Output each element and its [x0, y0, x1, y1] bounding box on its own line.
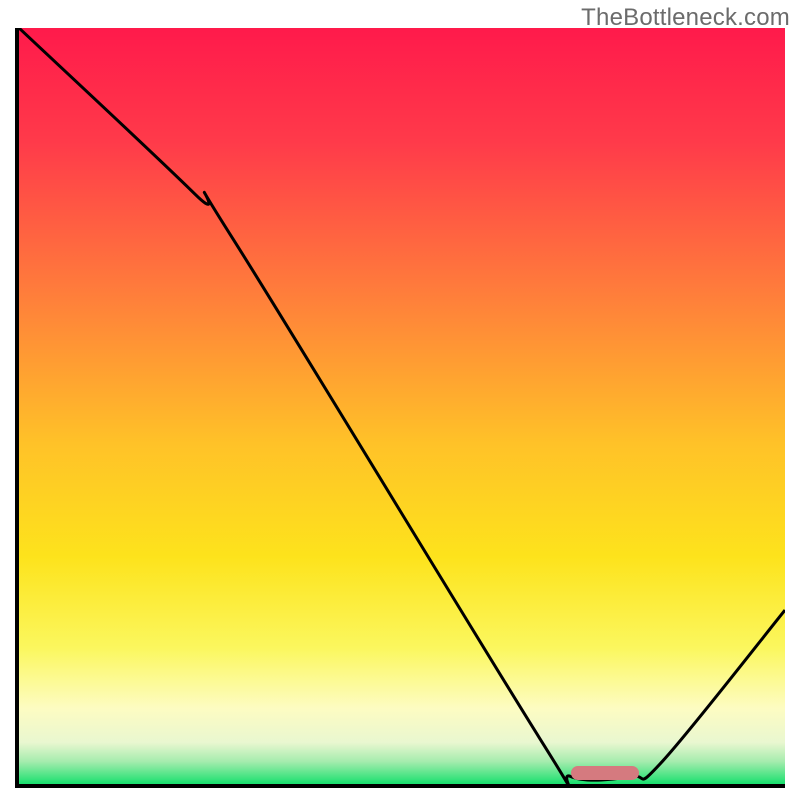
optimal-range-marker	[571, 766, 640, 780]
bottleneck-curve	[19, 28, 785, 784]
plot-area	[15, 28, 785, 788]
watermark-text: TheBottleneck.com	[581, 4, 790, 32]
bottleneck-chart: TheBottleneck.com	[0, 0, 800, 800]
